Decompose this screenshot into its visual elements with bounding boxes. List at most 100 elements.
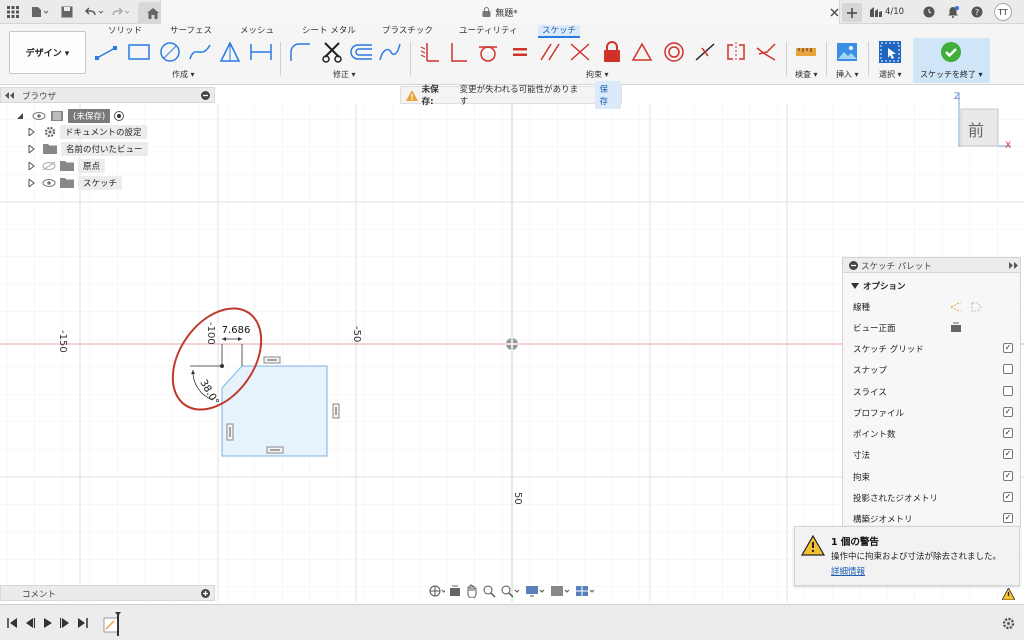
notification-icon[interactable] — [945, 4, 961, 20]
vertical-constraint-glyph[interactable] — [332, 403, 340, 419]
triangle-constraint-icon[interactable] — [630, 39, 654, 65]
display-settings-icon[interactable] — [525, 584, 546, 598]
visibility-eye-icon[interactable] — [42, 178, 56, 188]
modify-group-label[interactable]: 修正 ▾ — [333, 69, 356, 80]
add-comment-icon[interactable] — [201, 589, 210, 598]
tab-mesh[interactable]: メッシュ — [236, 25, 278, 38]
viewcube-face-front[interactable]: 前 — [968, 117, 984, 141]
finish-sketch-button[interactable]: スケッチを終了 ▾ — [913, 38, 990, 83]
create-group-label[interactable]: 作成 ▾ — [172, 69, 195, 80]
slice-checkbox[interactable] — [1003, 386, 1013, 396]
save-button[interactable]: 保存 — [594, 81, 621, 109]
timeline-settings-gear-icon[interactable] — [1002, 617, 1015, 630]
pan-hand-icon[interactable] — [465, 584, 478, 598]
tree-item-origin[interactable]: 原点 — [28, 158, 106, 173]
go-to-start-icon[interactable] — [7, 618, 17, 628]
browser-panel-header[interactable]: ブラウザ — [0, 87, 215, 103]
profile-checkbox[interactable]: ✓ — [1003, 407, 1013, 417]
concentric-constraint-icon[interactable] — [662, 39, 686, 65]
points-checkbox[interactable]: ✓ — [1003, 428, 1013, 438]
new-tab-button[interactable] — [842, 3, 862, 22]
palette-minimize-icon[interactable] — [849, 261, 858, 270]
sketch-palette-header[interactable]: スケッチ パレット — [843, 258, 1020, 273]
sketch-grid-checkbox[interactable]: ✓ — [1003, 343, 1013, 353]
curve-tool-icon[interactable] — [378, 39, 402, 65]
constraints-group-label[interactable]: 拘束 ▾ — [586, 69, 609, 80]
look-at-icon[interactable] — [950, 322, 962, 333]
tree-item-document-settings[interactable]: ドキュメントの設定 — [28, 124, 147, 139]
file-menu-icon[interactable] — [30, 4, 50, 20]
user-avatar[interactable]: TT — [994, 3, 1012, 21]
midpoint-constraint-icon[interactable] — [693, 39, 717, 65]
fix-constraint-icon[interactable] — [600, 39, 624, 65]
perpendicular-constraint-icon[interactable] — [446, 39, 470, 65]
look-at-nav-icon[interactable] — [449, 584, 461, 598]
play-icon[interactable] — [43, 618, 53, 628]
viewports-icon[interactable] — [575, 584, 596, 598]
symmetry-constraint-icon[interactable] — [724, 39, 748, 65]
parallel-constraint-icon[interactable] — [538, 39, 562, 65]
tab-surface[interactable]: サーフェス — [166, 25, 216, 38]
tree-item-named-views[interactable]: 名前の付いたビュー — [28, 141, 148, 156]
step-forward-icon[interactable] — [60, 618, 70, 628]
line-tool-icon[interactable] — [94, 39, 118, 65]
save-icon[interactable] — [59, 4, 75, 20]
constraints-checkbox[interactable]: ✓ — [1003, 471, 1013, 481]
tree-item-root[interactable]: (未保存) — [16, 108, 125, 123]
expand-arrow-icon[interactable] — [16, 112, 24, 120]
comments-panel-header[interactable]: コメント — [0, 585, 215, 601]
step-back-icon[interactable] — [25, 618, 35, 628]
tab-solid[interactable]: ソリッド — [104, 25, 146, 38]
expand-arrow-icon[interactable] — [28, 144, 35, 153]
construction-geometry-checkbox[interactable]: ✓ — [1003, 513, 1013, 523]
circle-tool-icon[interactable] — [158, 39, 182, 65]
tab-utilities[interactable]: ユーティリティ — [455, 25, 521, 38]
options-section-header[interactable]: オプション — [851, 280, 906, 292]
collinear-constraint-icon[interactable] — [568, 39, 592, 65]
fit-zoom-icon[interactable] — [500, 584, 521, 598]
dimensions-checkbox[interactable]: ✓ — [1003, 449, 1013, 459]
orbit-icon[interactable] — [428, 584, 446, 598]
workspace-switcher-button[interactable]: デザイン ▾ — [9, 31, 86, 74]
inspect-group-label[interactable]: 検査 ▾ — [795, 69, 818, 80]
expand-arrow-icon[interactable] — [28, 127, 35, 136]
tab-sketch[interactable]: スケッチ — [538, 25, 581, 38]
undo-icon[interactable] — [84, 4, 106, 20]
sketch-profile[interactable] — [221, 365, 328, 457]
close-tab-icon[interactable] — [826, 4, 842, 20]
job-status[interactable]: 4/10 — [870, 5, 904, 19]
coincident-constraint-icon[interactable] — [418, 39, 442, 65]
expand-arrow-icon[interactable] — [28, 161, 35, 170]
construction-line-icon[interactable] — [950, 301, 962, 313]
grid-settings-icon[interactable] — [550, 584, 571, 598]
viewcube[interactable]: Z X 前 — [952, 92, 1016, 156]
select-group-label[interactable]: 選択 ▾ — [879, 69, 902, 80]
insert-group-label[interactable]: 挿入 ▾ — [836, 69, 859, 80]
equal-constraint-icon[interactable] — [508, 39, 532, 65]
centerline-icon[interactable] — [970, 301, 982, 313]
expand-arrow-icon[interactable] — [28, 178, 35, 187]
polygon-tool-icon[interactable] — [218, 39, 242, 65]
help-icon[interactable]: ? — [969, 4, 985, 20]
origin-point[interactable] — [506, 338, 518, 350]
fillet-tool-icon[interactable] — [288, 39, 312, 65]
redo-icon[interactable] — [110, 4, 132, 20]
visibility-eye-icon[interactable] — [32, 111, 46, 121]
browser-minimize-icon[interactable] — [201, 91, 210, 100]
offset-tool-icon[interactable] — [350, 39, 374, 65]
active-radio-icon[interactable] — [114, 110, 125, 121]
document-tab[interactable]: 無題* — [160, 0, 840, 24]
insert-image-icon[interactable] — [835, 39, 859, 65]
curvature-constraint-icon[interactable] — [754, 39, 778, 65]
tab-plastic[interactable]: プラスチック — [378, 25, 437, 38]
zoom-window-icon[interactable] — [482, 584, 496, 598]
snap-checkbox[interactable] — [1003, 364, 1013, 374]
measure-tool-icon[interactable] — [794, 39, 818, 65]
warning-indicator-icon[interactable] — [1002, 588, 1015, 600]
timeline-sketch-feature-icon[interactable] — [103, 612, 123, 636]
dimension-tool-icon[interactable] — [249, 39, 273, 65]
tab-sheet-metal[interactable]: シート メタル — [298, 25, 360, 38]
collapse-panel-icon[interactable] — [5, 92, 14, 99]
tree-item-sketches[interactable]: スケッチ — [28, 175, 123, 190]
tangent-constraint-icon[interactable] — [476, 39, 500, 65]
